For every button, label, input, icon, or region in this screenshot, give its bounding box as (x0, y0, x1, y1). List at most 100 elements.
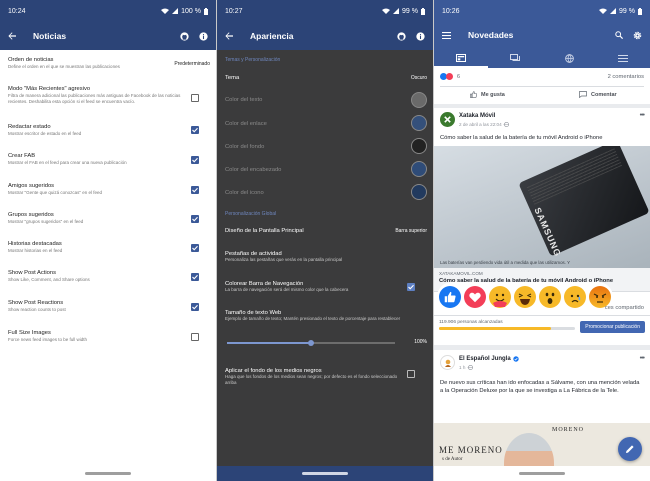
checkbox-crear-fab[interactable] (191, 156, 199, 164)
checkbox-colorear-barra[interactable] (407, 283, 415, 291)
github-icon[interactable] (397, 31, 406, 41)
reaction-picker (437, 282, 613, 312)
hamburger-icon (618, 54, 628, 62)
more-options-icon[interactable]: ••• (640, 355, 645, 362)
checkbox-historias-destacadas[interactable] (191, 244, 199, 252)
search-icon[interactable] (615, 31, 623, 39)
setting-mas-recientes[interactable]: Modo "Más Recientes" agresivo Filtra de … (0, 86, 216, 105)
color-swatch-enlace[interactable] (411, 115, 427, 131)
setting-redactar-estado[interactable]: Redactar estado Mostrar escritor de esta… (0, 124, 216, 137)
avatar[interactable] (440, 355, 455, 370)
setting-pestanas-actividad[interactable]: Pestañas de actividad Personaliza las pe… (217, 251, 433, 263)
setting-tema[interactable]: Tema Oscuro (217, 75, 433, 81)
setting-amigos-sugeridos[interactable]: Amigos sugeridos Mostrar "Gente que quiz… (0, 183, 216, 196)
setting-show-post-actions[interactable]: Show Post Actions Show Like, Comment, an… (0, 270, 216, 283)
setting-crear-fab[interactable]: Crear FAB Mostrar el FAB en el feed para… (0, 153, 216, 166)
section-header-global: Personalización Global (225, 211, 277, 217)
wow-reaction-button[interactable] (539, 286, 561, 308)
github-icon[interactable] (180, 31, 189, 41)
color-swatch-encabezado[interactable] (411, 161, 427, 177)
post-meta: 2 de abril a las 22:04 · (459, 122, 510, 127)
back-arrow-icon[interactable] (8, 32, 16, 40)
share-count[interactable]: ces compartido (605, 305, 644, 311)
promote-post-button[interactable]: Promocionar publicación (580, 321, 645, 333)
checkbox-grupos-sugeridos[interactable] (191, 215, 199, 223)
setting-desc: Haga que los fondos de los medios sean n… (225, 374, 398, 385)
text-size-slider[interactable] (227, 339, 395, 347)
checkbox-mas-recientes[interactable] (191, 94, 199, 102)
battery-icon (421, 7, 425, 15)
checkbox-full-size-images[interactable] (191, 333, 199, 341)
like-button[interactable]: Me gusta (470, 91, 505, 98)
reaction-summary[interactable]: 6 (440, 73, 460, 80)
create-post-fab[interactable] (618, 437, 642, 461)
like-reaction-button[interactable] (439, 286, 461, 308)
setting-color-encabezado[interactable]: Color del encabezado (217, 167, 433, 173)
setting-color-texto[interactable]: Color del texto (217, 97, 433, 103)
post-author[interactable]: Xataka Móvil (459, 113, 495, 119)
post-author-row[interactable]: El Español Jungla (459, 356, 519, 362)
setting-desc: Force news feed images to be full width (8, 337, 88, 342)
photo-backdrop-subtext: s de Autor (442, 457, 463, 462)
tab-globe[interactable] (542, 48, 596, 68)
setting-show-post-reactions[interactable]: Show Post Reactions Show reaction counts… (0, 300, 216, 313)
checkbox-show-post-actions[interactable] (191, 273, 199, 281)
setting-color-fondo[interactable]: Color del fondo (217, 144, 433, 150)
setting-fondo-medios[interactable]: Aplicar el fondo de los medios negros Ha… (217, 368, 433, 386)
haha-reaction-button[interactable] (514, 286, 536, 308)
avatar[interactable] (440, 112, 455, 127)
setting-color-enlace[interactable]: Color del enlace (217, 121, 433, 127)
signal-icon (172, 8, 179, 14)
checkbox-show-post-reactions[interactable] (191, 303, 199, 311)
wifi-icon (599, 8, 608, 14)
care-reaction-button[interactable] (489, 286, 511, 308)
color-swatch-fondo[interactable] (411, 138, 427, 154)
color-swatch-texto[interactable] (411, 92, 427, 108)
comment-button[interactable]: Comentar (579, 91, 617, 98)
checkbox-redactar-estado[interactable] (191, 126, 199, 134)
status-time: 10:26 (442, 7, 460, 15)
setting-tamano-texto[interactable]: Tamaño de texto Web Ejemplo de tamaño de… (217, 310, 433, 322)
more-options-icon[interactable]: ••• (640, 112, 645, 119)
back-arrow-icon[interactable] (225, 32, 233, 40)
comment-label: Comentar (591, 91, 617, 98)
reach-block: 119.906 personas alcanzadas (439, 320, 575, 330)
info-icon[interactable] (416, 31, 425, 41)
setting-historias-destacadas[interactable]: Historias destacadas Mostrar historias e… (0, 241, 216, 254)
menu-icon[interactable] (442, 31, 451, 39)
gear-icon[interactable] (633, 31, 642, 40)
setting-full-size-images[interactable]: Full Size Images Force news feed images … (0, 330, 216, 343)
checkbox-amigos-sugeridos[interactable] (191, 186, 199, 194)
home-gesture-pill[interactable] (85, 472, 131, 475)
love-reaction-button[interactable] (464, 286, 486, 308)
tab-news-feed[interactable] (434, 48, 488, 68)
reaction-count: 6 (457, 73, 461, 80)
post-timestamp: 1 h · (459, 365, 469, 370)
setting-title: Historias destacadas (8, 241, 62, 247)
home-gesture-pill[interactable] (302, 472, 348, 475)
pencil-icon (626, 445, 634, 453)
tab-messages[interactable] (488, 48, 542, 68)
checkbox-fondo-medios[interactable] (407, 370, 415, 378)
setting-title: Color del encabezado (225, 167, 282, 173)
setting-diseno-pantalla[interactable]: Diseño de la Pantalla Principal Barra su… (217, 228, 433, 234)
setting-color-icono[interactable]: Color del icono (217, 190, 433, 196)
reach-text: 119.906 personas alcanzadas (439, 320, 503, 325)
page-title: Apariencia (250, 31, 294, 41)
status-time: 10:24 (8, 7, 26, 15)
setting-colorear-barra[interactable]: Colorear Barra de Navegación La barra de… (217, 281, 433, 293)
color-swatch-icono[interactable] (411, 184, 427, 200)
setting-grupos-sugeridos[interactable]: Grupos sugeridos Mostrar "grupos sugerid… (0, 212, 216, 225)
setting-desc: Mostrar escritor de estado en el feed (8, 131, 82, 136)
home-gesture-pill[interactable] (519, 472, 565, 475)
thumbs-up-icon (470, 91, 477, 98)
info-icon[interactable] (199, 31, 208, 41)
comment-count[interactable]: 2 comentarios (608, 74, 644, 80)
status-time: 10:27 (225, 7, 243, 15)
slider-thumb[interactable] (308, 340, 314, 346)
sad-reaction-button[interactable] (564, 286, 586, 308)
post-image[interactable]: SAMSUNG Las baterías van perdiendo vida … (434, 146, 650, 268)
text-size-percent[interactable]: 100% (414, 339, 427, 345)
setting-orden[interactable]: Orden de noticias Define el orden en el … (0, 57, 216, 70)
tab-menu[interactable] (596, 48, 650, 68)
